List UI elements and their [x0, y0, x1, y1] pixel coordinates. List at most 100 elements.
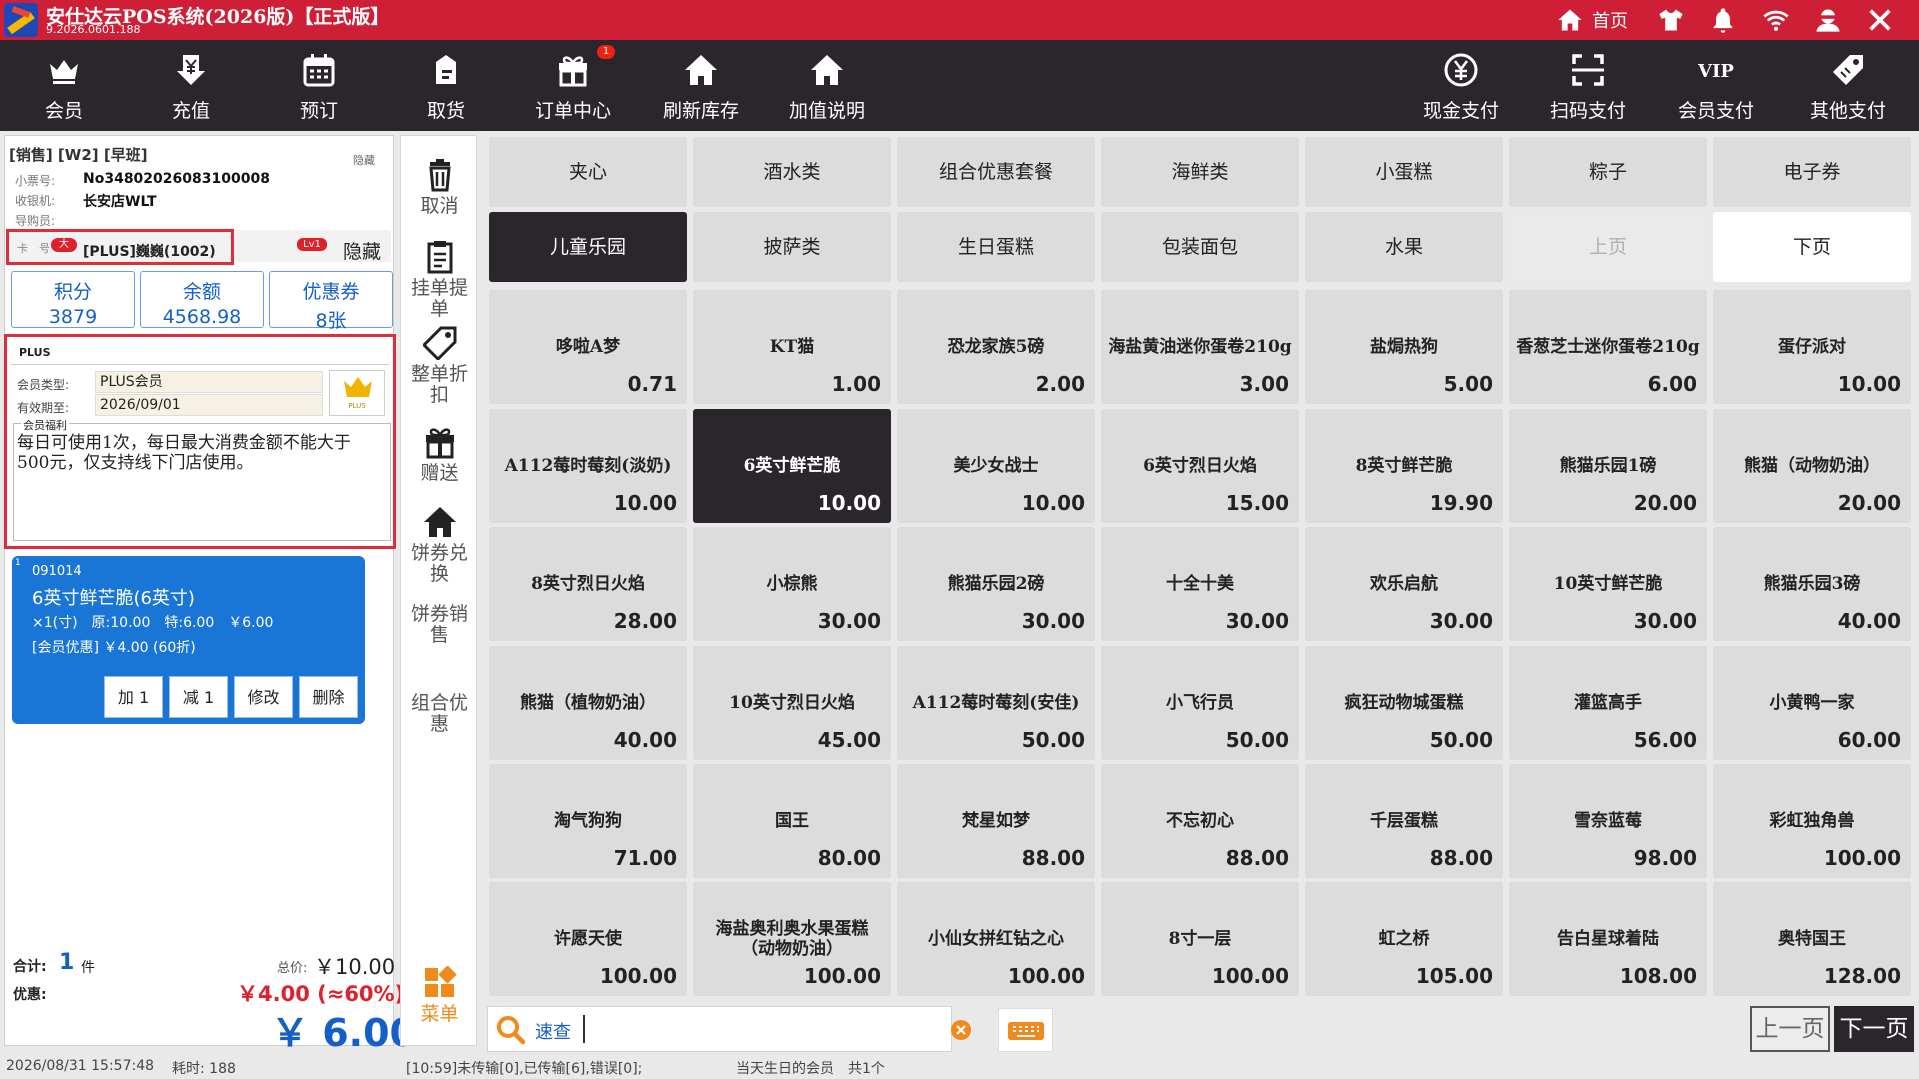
product-tile[interactable]: 不忘初心 88.00 [1101, 764, 1299, 878]
coupon-value: 8张 [315, 310, 347, 332]
product-tile[interactable]: 疯狂动物城蛋糕 50.00 [1305, 646, 1503, 760]
toolbar-order-center-button[interactable]: 1 订单中心 [513, 40, 633, 131]
combo-offer-button[interactable]: 组合优惠 [401, 693, 478, 735]
category-tab[interactable]: 酒水类 [693, 137, 891, 207]
toolbar-other-pay-button[interactable]: 其他支付 [1788, 40, 1908, 131]
product-tile[interactable]: 美少女战士 10.00 [897, 409, 1095, 523]
product-tile[interactable]: 奥特国王 128.00 [1713, 882, 1911, 996]
product-tile[interactable]: 欢乐启航 30.00 [1305, 527, 1503, 641]
tshirt-button[interactable] [1657, 6, 1685, 34]
member-hide-button[interactable]: 隐藏 [343, 237, 381, 264]
product-tile[interactable]: 6英寸烈日火焰 15.00 [1101, 409, 1299, 523]
product-tile[interactable]: 雪奈蓝莓 98.00 [1509, 764, 1707, 878]
category-tab[interactable]: 小蛋糕 [1305, 137, 1503, 207]
next-page-button[interactable]: 下一页 [1834, 1006, 1914, 1052]
user-button[interactable] [1814, 6, 1842, 34]
product-tile[interactable]: 熊猫乐园1磅 20.00 [1509, 409, 1707, 523]
category-tab[interactable]: 组合优惠套餐 [897, 137, 1095, 207]
toolbar-member-button[interactable]: 会员 [4, 40, 124, 131]
product-tile[interactable]: 6英寸鲜芒脆 10.00 [693, 409, 891, 523]
close-button[interactable] [1866, 6, 1894, 34]
quick-search-bar[interactable]: 速查 [487, 1006, 971, 1052]
category-tab[interactable]: 粽子 [1509, 137, 1707, 207]
category-tab[interactable]: 儿童乐园 [489, 212, 687, 282]
product-tile[interactable]: 千层蛋糕 88.00 [1305, 764, 1503, 878]
category-tab[interactable]: 电子券 [1713, 137, 1911, 207]
coupon-sale-button[interactable]: 饼券销售 [401, 604, 478, 646]
product-tile[interactable]: 8寸一层 100.00 [1101, 882, 1299, 996]
cart-add-one-button[interactable]: 加 1 [104, 676, 163, 718]
product-tile[interactable]: 小棕熊 30.00 [693, 527, 891, 641]
coupon-redeem-button[interactable]: 饼券兑换 [401, 505, 478, 585]
clear-search-icon[interactable] [950, 1019, 972, 1041]
plus-tab[interactable]: PLUS [19, 346, 51, 359]
home-button[interactable]: 首页 [1556, 6, 1628, 34]
plus-badge-text: PLUS [348, 402, 366, 410]
order-discount-button[interactable]: 整单折扣 [401, 326, 478, 406]
category-next-page[interactable]: 下页 [1713, 212, 1911, 282]
product-tile[interactable]: 蛋仔派对 10.00 [1713, 290, 1911, 404]
toolbar-pickup-button[interactable]: 取货 [386, 40, 506, 131]
product-tile[interactable]: 香葱芝士迷你蛋卷210g 6.00 [1509, 290, 1707, 404]
product-tile[interactable]: 熊猫乐园2磅 30.00 [897, 527, 1095, 641]
product-tile[interactable]: 熊猫（植物奶油） 40.00 [489, 646, 687, 760]
product-tile[interactable]: 小仙女拼红钻之心 100.00 [897, 882, 1095, 996]
toolbar-scan-pay-button[interactable]: 扫码支付 [1528, 40, 1648, 131]
points-stat[interactable]: 积分 3879 [11, 271, 135, 328]
category-tab[interactable]: 水果 [1305, 212, 1503, 282]
gift-button[interactable]: 赠送 [401, 425, 478, 484]
category-tab[interactable]: 夹心 [489, 137, 687, 207]
product-tile[interactable]: 十全十美 30.00 [1101, 527, 1299, 641]
product-tile[interactable]: 熊猫乐园3磅 40.00 [1713, 527, 1911, 641]
category-tab[interactable]: 包装面包 [1101, 212, 1299, 282]
product-tile[interactable]: 盐焗热狗 5.00 [1305, 290, 1503, 404]
product-tile[interactable]: A112莓时莓刻(淡奶) 10.00 [489, 409, 687, 523]
order-hide-toggle[interactable]: 隐藏 [353, 152, 375, 168]
notification-button[interactable] [1709, 6, 1737, 34]
product-tile[interactable]: 恐龙家族5磅 2.00 [897, 290, 1095, 404]
product-tile[interactable]: A112莓时莓刻(安佳) 50.00 [897, 646, 1095, 760]
product-tile[interactable]: 海盐黄油迷你蛋卷210g 3.00 [1101, 290, 1299, 404]
product-tile[interactable]: 哆啦A梦 0.71 [489, 290, 687, 404]
quick-search-input[interactable] [583, 1015, 903, 1043]
toolbar-value-added-button[interactable]: 加值说明 [767, 40, 887, 131]
toolbar-member-pay-button[interactable]: VIP 会员支付 [1656, 40, 1776, 131]
toolbar-refresh-stock-button[interactable]: 刷新库存 [641, 40, 761, 131]
category-tab[interactable]: 海鲜类 [1101, 137, 1299, 207]
toolbar-recharge-button[interactable]: 充值 [131, 40, 251, 131]
product-tile[interactable]: 小黄鸭一家 60.00 [1713, 646, 1911, 760]
menu-button[interactable]: 菜单 [401, 966, 478, 1025]
product-tile[interactable]: 8英寸烈日火焰 28.00 [489, 527, 687, 641]
category-tab[interactable]: 生日蛋糕 [897, 212, 1095, 282]
cart-minus-one-button[interactable]: 减 1 [169, 676, 228, 718]
product-tile[interactable]: KT猫 1.00 [693, 290, 891, 404]
product-tile[interactable]: 虹之桥 105.00 [1305, 882, 1503, 996]
category-tab[interactable]: 披萨类 [693, 212, 891, 282]
cart-delete-button[interactable]: 删除 [299, 676, 358, 718]
product-tile[interactable]: 淘气狗狗 71.00 [489, 764, 687, 878]
coupon-stat[interactable]: 优惠券 8张 [269, 271, 393, 332]
cancel-order-button[interactable]: 取消 [401, 158, 478, 217]
balance-stat[interactable]: 余额 4568.98 [140, 271, 264, 328]
product-tile[interactable]: 10英寸鲜芒脆 30.00 [1509, 527, 1707, 641]
cart-item[interactable]: 1 091014 6英寸鲜芒脆(6英寸) ×1(寸) 原:10.00 特:6.0… [12, 556, 365, 724]
product-tile[interactable]: 灌篮高手 56.00 [1509, 646, 1707, 760]
category-prev-page[interactable]: 上页 [1509, 212, 1707, 282]
toolbar-booking-button[interactable]: 预订 [259, 40, 379, 131]
product-tile[interactable]: 10英寸烈日火焰 45.00 [693, 646, 891, 760]
product-tile[interactable]: 彩虹独角兽 100.00 [1713, 764, 1911, 878]
keyboard-button[interactable] [998, 1008, 1053, 1052]
cart-edit-button[interactable]: 修改 [234, 676, 293, 718]
product-tile[interactable]: 小飞行员 50.00 [1101, 646, 1299, 760]
product-tile[interactable]: 8英寸鲜芒脆 19.90 [1305, 409, 1503, 523]
product-tile[interactable]: 海盐奥利奥水果蛋糕（动物奶油） 100.00 [693, 882, 891, 996]
product-tile[interactable]: 梵星如梦 88.00 [897, 764, 1095, 878]
product-tile[interactable]: 熊猫（动物奶油） 20.00 [1713, 409, 1911, 523]
product-tile[interactable]: 许愿天使 100.00 [489, 882, 687, 996]
wifi-button[interactable] [1762, 6, 1790, 34]
product-tile[interactable]: 国王 80.00 [693, 764, 891, 878]
prev-page-button[interactable]: 上一页 [1750, 1006, 1830, 1052]
product-tile[interactable]: 告白星球着陆 108.00 [1509, 882, 1707, 996]
toolbar-cash-pay-button[interactable]: 现金支付 [1401, 40, 1521, 131]
hold-order-button[interactable]: 挂单提单 [401, 240, 478, 320]
